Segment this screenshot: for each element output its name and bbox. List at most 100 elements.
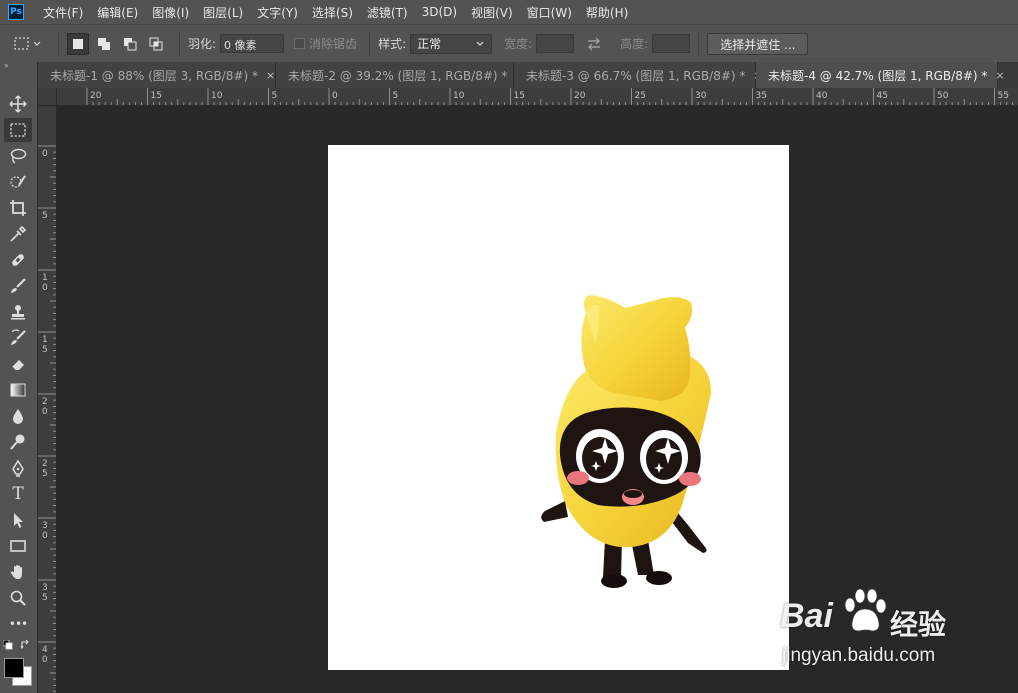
marquee-icon — [10, 123, 26, 137]
ruler-label: 10 — [211, 91, 223, 101]
edit-toolbar-button[interactable]: ••• — [4, 612, 32, 636]
menu-filter[interactable]: 滤镜(T) — [360, 4, 415, 21]
vertical-ruler[interactable]: 0510152025303540 — [38, 106, 57, 693]
menu-select[interactable]: 选择(S) — [305, 4, 360, 21]
select-and-mask-button[interactable]: 选择并遮住 ... — [707, 32, 809, 55]
crop-tool[interactable] — [4, 196, 32, 220]
ruler-corner[interactable] — [38, 88, 57, 106]
eraser-icon — [11, 360, 24, 371]
ruler-label: 5 — [272, 91, 278, 101]
intersect-selection-icon — [149, 37, 163, 50]
horizontal-ruler[interactable]: 20 15 10 5 0 5 10 15 20 25 30 35 40 45 50 55 — [57, 88, 1018, 106]
new-selection-button[interactable] — [67, 32, 89, 55]
tab-label: 未标题-2 @ 39.2% (图层 1, RGB/8#) * — [288, 68, 508, 83]
quick-selection-tool[interactable] — [4, 170, 32, 194]
hand-tool[interactable] — [4, 560, 32, 584]
tool-preset-picker[interactable] — [14, 34, 50, 54]
ruler-label: 1 — [42, 273, 48, 283]
brush-tool[interactable] — [4, 274, 32, 298]
menu-edit[interactable]: 编辑(E) — [90, 4, 145, 21]
add-to-selection-button[interactable] — [93, 33, 115, 55]
ruler-label: 50 — [937, 91, 949, 101]
type-tool[interactable]: T — [4, 482, 32, 506]
eyedropper-tool[interactable] — [4, 222, 32, 246]
ruler-label: 5 — [42, 593, 48, 603]
dodge-icon — [10, 434, 25, 450]
pen-tool[interactable] — [4, 456, 32, 480]
chevron-down-icon — [33, 41, 41, 46]
menu-view[interactable]: 视图(V) — [464, 4, 520, 21]
separator — [179, 32, 180, 55]
antialias-checkbox[interactable] — [294, 38, 306, 49]
history-brush-icon — [11, 329, 26, 345]
menu-layer[interactable]: 图层(L) — [196, 4, 250, 21]
path-selection-tool[interactable] — [4, 508, 32, 532]
ruler-label: 30 — [695, 91, 707, 101]
dodge-tool[interactable] — [4, 430, 32, 454]
ruler-label: 20 — [90, 91, 102, 101]
watermark-brand-left: Bai — [780, 597, 833, 635]
rectangular-marquee-tool[interactable] — [4, 118, 32, 142]
new-selection-icon — [73, 38, 83, 49]
close-icon[interactable]: × — [995, 69, 1004, 82]
ruler-label: 0 — [42, 283, 48, 293]
menu-image[interactable]: 图像(I) — [145, 4, 196, 21]
tab-document-2[interactable]: 未标题-2 @ 39.2% (图层 1, RGB/8#) * × — [276, 62, 525, 88]
ruler-label: 5 — [393, 91, 399, 101]
menu-file[interactable]: 文件(F) — [36, 4, 90, 21]
history-brush-tool[interactable] — [4, 326, 32, 350]
document-canvas[interactable] — [328, 145, 789, 670]
collapse-panel-button[interactable]: » — [0, 62, 37, 72]
blur-tool[interactable] — [4, 404, 32, 428]
ruler-label: 15 — [151, 91, 162, 101]
menu-help[interactable]: 帮助(H) — [579, 4, 635, 21]
healing-brush-tool[interactable] — [4, 248, 32, 272]
close-icon[interactable]: × — [266, 69, 275, 82]
bandage-icon — [12, 254, 24, 266]
width-label: 宽度: — [504, 37, 533, 51]
gradient-icon — [10, 383, 26, 397]
separator — [58, 32, 59, 55]
feather-input[interactable]: 0 像素 — [220, 34, 285, 53]
ruler-label: 0 — [42, 407, 48, 417]
swap-width-height-icon[interactable] — [586, 37, 602, 51]
crop-icon — [10, 200, 26, 216]
width-input[interactable] — [536, 34, 575, 53]
gradient-tool[interactable] — [4, 378, 32, 402]
clone-stamp-tool[interactable] — [4, 300, 32, 324]
ruler-label: 0 — [42, 531, 48, 541]
tab-document-3[interactable]: 未标题-3 @ 66.7% (图层 1, RGB/8#) * × — [514, 62, 763, 88]
eraser-tool[interactable] — [4, 352, 32, 376]
subtract-from-selection-button[interactable] — [119, 33, 141, 55]
height-input[interactable] — [652, 34, 691, 53]
style-select[interactable]: 正常 — [410, 33, 493, 54]
ruler-label: 45 — [877, 91, 888, 101]
water-drop-icon — [13, 409, 23, 424]
separator — [369, 32, 371, 55]
intersect-selection-button[interactable] — [145, 33, 167, 55]
lasso-tool[interactable] — [4, 144, 32, 168]
feather-label: 羽化: — [188, 37, 217, 51]
ruler-label: 2 — [42, 459, 48, 469]
marquee-preset-icon — [14, 36, 29, 50]
menu-window[interactable]: 窗口(W) — [520, 4, 579, 21]
paw-logo-icon — [844, 588, 887, 632]
rectangle-tool[interactable] — [4, 534, 32, 558]
tab-document-1[interactable]: 未标题-1 @ 88% (图层 3, RGB/8#) * × — [38, 62, 276, 88]
default-colors-icon[interactable] — [3, 640, 13, 650]
style-label: 样式: — [378, 37, 407, 51]
menu-3d[interactable]: 3D(D) — [415, 5, 464, 19]
ruler-label: 55 — [998, 91, 1009, 101]
swap-colors-icon[interactable] — [20, 639, 32, 651]
foreground-color-swatch[interactable] — [4, 658, 24, 678]
watermark-brand-right: 经验 — [890, 609, 947, 640]
pen-icon — [12, 459, 24, 477]
zoom-tool[interactable] — [4, 586, 32, 610]
tab-label: 未标题-1 @ 88% (图层 3, RGB/8#) * — [50, 68, 258, 83]
menu-type[interactable]: 文字(Y) — [250, 4, 305, 21]
baidu-jingyan-watermark: Bai 经验 jingyan.baidu.com — [780, 585, 980, 675]
move-tool[interactable] — [4, 92, 32, 116]
ruler-label: 10 — [453, 91, 465, 101]
style-value: 正常 — [417, 37, 442, 51]
tab-document-4[interactable]: 未标题-4 @ 42.7% (图层 1, RGB/8#) * × — [756, 62, 1005, 88]
